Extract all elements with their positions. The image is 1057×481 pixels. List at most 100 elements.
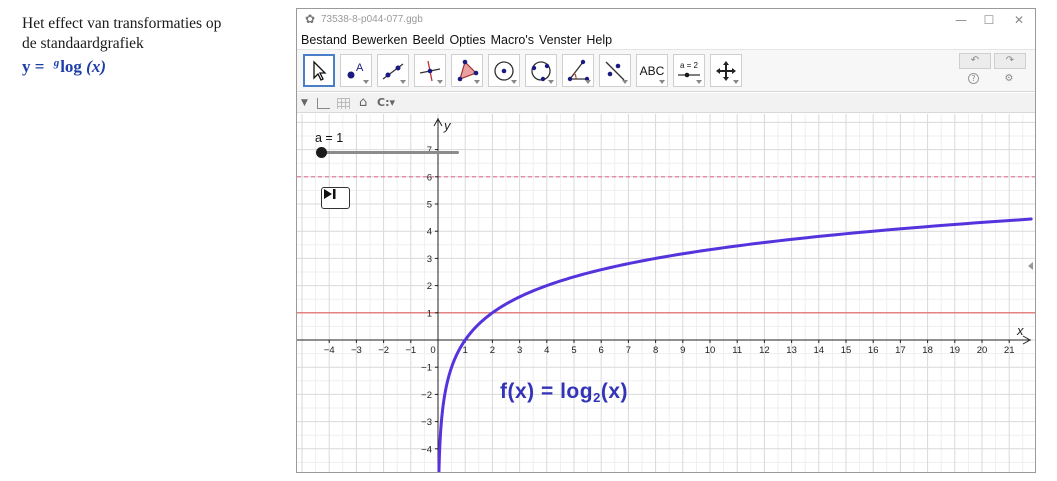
move-view-tool-button[interactable] bbox=[710, 54, 742, 87]
y-tick-label: 1 bbox=[427, 308, 432, 319]
settings-gear-icon[interactable]: ⚙ bbox=[1002, 72, 1016, 86]
slider-tool-button[interactable]: a = 2 bbox=[673, 54, 705, 87]
perpendicular-line-icon bbox=[419, 60, 441, 81]
major-grid bbox=[297, 114, 1035, 472]
help-icon[interactable]: ? bbox=[968, 73, 979, 84]
slider-a-label: a = 1 bbox=[315, 131, 344, 145]
slider-icon: a = 2 bbox=[678, 61, 700, 77]
svg-text:A: A bbox=[356, 62, 364, 74]
graphics-view[interactable]: −4 −3 −2 −1 0 1 2 3 4 5 6 7 8 9 10 11 12 13 14 15 16 17 18 19 20… bbox=[297, 114, 1035, 473]
point-tool-button[interactable]: A bbox=[340, 54, 372, 87]
perpendicular-line-tool-button[interactable] bbox=[414, 54, 446, 87]
redo-icon: ↷ bbox=[1005, 55, 1015, 66]
text-tool-button[interactable]: ABC bbox=[636, 54, 668, 87]
play-animation-button[interactable] bbox=[321, 187, 350, 209]
slide-formula: y = glog (x) bbox=[22, 57, 106, 77]
slider-a-knob[interactable] bbox=[316, 147, 327, 158]
y-axis-label: y bbox=[443, 118, 452, 133]
x-tick-label: 17 bbox=[895, 345, 906, 356]
minor-grid bbox=[297, 114, 1035, 472]
y-tick-label: 6 bbox=[427, 172, 432, 183]
redo-button[interactable]: ↷ bbox=[994, 53, 1026, 69]
minimize-button[interactable]: — bbox=[953, 12, 969, 28]
menu-opties[interactable]: Opties bbox=[449, 33, 485, 47]
slide-heading-line-2: de standaardgrafiek bbox=[22, 35, 144, 52]
maximize-button[interactable]: ☐ bbox=[981, 12, 997, 28]
y-tick-label: −3 bbox=[421, 417, 432, 428]
x-tick-label: 2 bbox=[490, 345, 495, 356]
polygon-icon bbox=[457, 59, 479, 81]
x-tick-label: 0 bbox=[430, 345, 435, 356]
menu-macros[interactable]: Macro's bbox=[491, 33, 534, 47]
polygon-tool-button[interactable] bbox=[451, 54, 483, 87]
reflect-icon bbox=[605, 61, 625, 80]
menu-bestand[interactable]: Bestand bbox=[301, 33, 347, 47]
window-title: 73538-8-p044-077.ggb bbox=[321, 14, 423, 25]
formula-fn: log bbox=[60, 57, 82, 76]
y-tick-label: −4 bbox=[421, 444, 432, 455]
axes bbox=[297, 117, 1032, 472]
graph-canvas[interactable]: −4 −3 −2 −1 0 1 2 3 4 5 6 7 8 9 10 11 12 13 14 15 16 17 18 19 20… bbox=[297, 114, 1035, 473]
formula-arg: (x) bbox=[86, 57, 106, 76]
line-tool-button[interactable] bbox=[377, 54, 409, 87]
x-tick-label: 10 bbox=[705, 345, 716, 356]
x-tick-label: 16 bbox=[868, 345, 879, 356]
x-axis-label: x bbox=[1016, 323, 1024, 338]
line-icon bbox=[382, 62, 404, 80]
undo-button[interactable]: ↶ bbox=[959, 53, 991, 69]
x-tick-label: −3 bbox=[351, 345, 362, 356]
slide-heading: Het effect van transformaties op de stan… bbox=[22, 14, 272, 54]
x-tick-label: 11 bbox=[732, 345, 742, 356]
y-tick-label: −1 bbox=[421, 363, 432, 374]
show-grid-icon[interactable] bbox=[337, 98, 350, 109]
x-tick-label: 4 bbox=[544, 345, 549, 356]
conic-tool-button[interactable] bbox=[525, 54, 557, 87]
x-tick-label: 9 bbox=[680, 345, 685, 356]
y-tick-label: 5 bbox=[427, 200, 432, 211]
x-tick-label: −4 bbox=[324, 345, 335, 356]
window-titlebar[interactable]: ✿ 73538-8-p044-077.ggb — ☐ ✕ bbox=[297, 9, 1035, 31]
close-button[interactable]: ✕ bbox=[1011, 12, 1027, 28]
slide-heading-line-1: Het effect van transformaties op bbox=[22, 15, 222, 32]
angle-icon bbox=[567, 59, 590, 81]
home-icon[interactable]: ⌂ bbox=[359, 96, 367, 110]
function-label-base: 2 bbox=[593, 390, 601, 405]
y-tick-label: 2 bbox=[427, 281, 432, 292]
x-tick-label: 14 bbox=[814, 345, 825, 356]
circle-tool-button[interactable] bbox=[488, 54, 520, 87]
x-tick-label: −2 bbox=[378, 345, 389, 356]
point-icon: A bbox=[347, 62, 364, 78]
menu-bar: Bestand Bewerken Beeld Opties Macro's Ve… bbox=[297, 31, 1035, 50]
y-tick-labels: −4−3−2−11234567 bbox=[421, 145, 438, 455]
menu-bewerken[interactable]: Bewerken bbox=[352, 33, 408, 47]
geogebra-window: ✿ 73538-8-p044-077.ggb — ☐ ✕ Bestand Bew… bbox=[296, 8, 1036, 473]
y-tick-label: 3 bbox=[427, 254, 432, 265]
slider-a-track[interactable] bbox=[319, 151, 459, 154]
x-tick-label: 7 bbox=[626, 345, 631, 356]
reflect-tool-button[interactable] bbox=[599, 54, 631, 87]
menu-help[interactable]: Help bbox=[586, 33, 612, 47]
formula-prefix: y = bbox=[22, 57, 49, 76]
x-tick-label: 6 bbox=[599, 345, 604, 356]
slider-tool-label: a = 2 bbox=[680, 61, 699, 70]
stylebar-toggle-icon[interactable]: ▼ bbox=[301, 96, 308, 110]
y-tick-label: −2 bbox=[421, 390, 432, 401]
tool-bar: A ABC a = 2 ↶ ↷ ? ⚙ bbox=[297, 50, 1035, 92]
move-tool-button[interactable] bbox=[303, 54, 335, 87]
function-label[interactable]: f(x) = log2(x) bbox=[500, 380, 628, 405]
style-bar: ▼ ⌂ C:▾ bbox=[297, 93, 1035, 113]
show-axes-icon[interactable] bbox=[317, 98, 330, 109]
formula-base: g bbox=[53, 57, 60, 69]
text-tool-label: ABC bbox=[639, 63, 665, 78]
ellipse-icon bbox=[531, 60, 551, 81]
x-tick-label: 13 bbox=[786, 345, 797, 356]
x-tick-label: 1 bbox=[463, 345, 468, 356]
x-tick-label: 12 bbox=[759, 345, 770, 356]
play-pause-icon bbox=[324, 189, 336, 199]
point-capture-icon[interactable]: C:▾ bbox=[377, 96, 395, 110]
angle-tool-button[interactable] bbox=[562, 54, 594, 87]
menu-beeld[interactable]: Beeld bbox=[412, 33, 444, 47]
y-tick-label: 4 bbox=[427, 227, 432, 238]
side-panel-handle-icon[interactable] bbox=[1028, 262, 1033, 270]
menu-venster[interactable]: Venster bbox=[539, 33, 581, 47]
